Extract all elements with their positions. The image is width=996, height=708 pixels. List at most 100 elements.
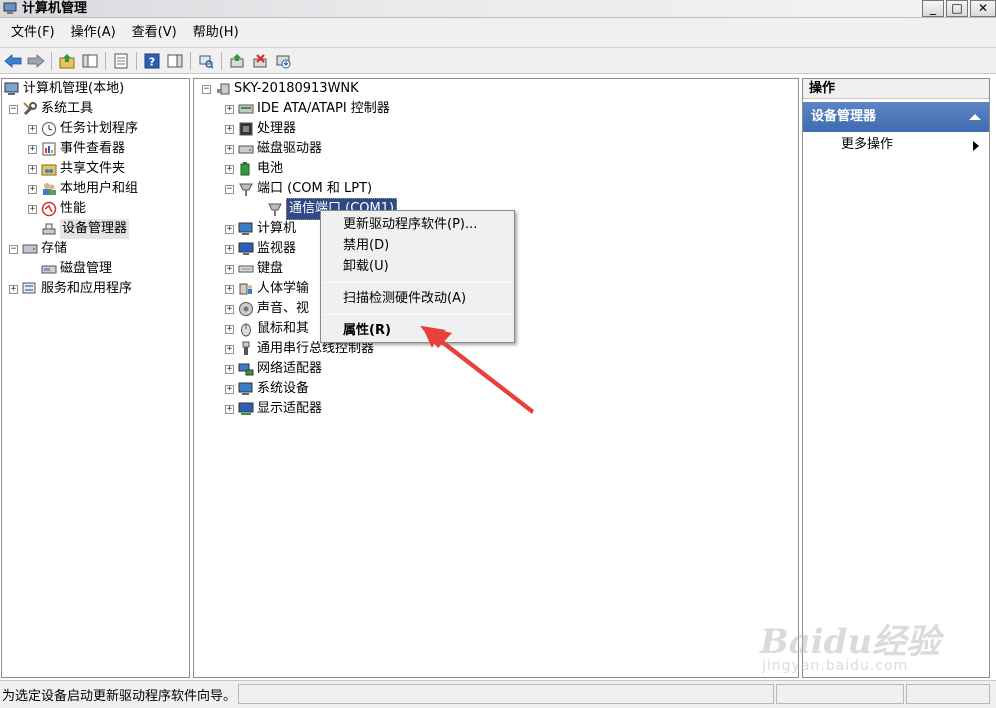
tree-item-computer-management[interactable]: 计算机管理(本地) [2, 79, 189, 99]
actions-section-device-manager[interactable]: 设备管理器 [803, 102, 989, 132]
device-category[interactable]: + 处理器 [194, 119, 798, 139]
mouse-icon [238, 321, 254, 337]
expand-toggle[interactable]: + [225, 344, 234, 354]
collapse-triangle-icon[interactable] [969, 114, 981, 120]
menu-item-properties[interactable]: 属性(R) [321, 320, 514, 341]
port-icon [267, 201, 283, 217]
up-folder-icon[interactable] [57, 51, 77, 71]
menu-item-scan-hardware[interactable]: 扫描检测硬件改动(A) [321, 288, 514, 309]
expand-toggle[interactable]: + [225, 404, 234, 414]
tree-item-device-manager[interactable]: 设备管理器 [2, 219, 189, 239]
device-category[interactable]: + 系统设备 [194, 379, 798, 399]
collapse-toggle[interactable]: − [225, 184, 234, 194]
export-list-icon[interactable] [111, 51, 131, 71]
disk-management-icon [41, 261, 57, 277]
tree-item-storage[interactable]: − 存储 [2, 239, 189, 259]
tree-item-computer-root[interactable]: − SKY-20180913WNK [194, 79, 798, 99]
menu-action[interactable]: 操作(A) [63, 18, 124, 48]
menu-file[interactable]: 文件(F) [3, 18, 63, 48]
actions-section-label: 设备管理器 [811, 109, 877, 124]
device-category[interactable]: − 端口 (COM 和 LPT) [194, 179, 798, 199]
expand-toggle[interactable]: + [225, 244, 234, 254]
device-category[interactable]: + 磁盘驱动器 [194, 139, 798, 159]
menu-item-uninstall[interactable]: 卸载(U) [321, 256, 514, 277]
watermark-brand: Baidu经验 [760, 622, 941, 662]
tools-icon [22, 101, 38, 117]
menu-item-disable[interactable]: 禁用(D) [321, 235, 514, 256]
expand-toggle[interactable]: + [225, 124, 234, 134]
shared-folder-icon [41, 161, 57, 177]
more-actions-item[interactable]: 更多操作 [803, 132, 989, 158]
expand-toggle[interactable]: + [28, 184, 37, 194]
menu-help[interactable]: 帮助(H) [185, 18, 247, 48]
computer-name: SKY-20180913WNK [234, 81, 359, 96]
display-adapter-icon [238, 401, 254, 417]
toolbar-separator [105, 51, 106, 70]
computer-icon [215, 81, 231, 97]
device-category[interactable]: + 显示适配器 [194, 399, 798, 419]
expand-toggle[interactable]: + [225, 324, 234, 334]
minimize-button[interactable]: _ [922, 0, 944, 17]
expand-toggle[interactable]: + [28, 164, 37, 174]
device-category[interactable]: + IDE ATA/ATAPI 控制器 [194, 99, 798, 119]
expand-toggle[interactable]: + [225, 304, 234, 314]
device-category-label: 处理器 [257, 121, 297, 136]
back-icon[interactable] [3, 51, 23, 71]
menu-view[interactable]: 查看(V) [124, 18, 185, 48]
expand-toggle[interactable]: + [28, 204, 37, 214]
device-category-label: 电池 [257, 161, 284, 176]
tree-item-shared-folders[interactable]: + 共享文件夹 [2, 159, 189, 179]
clock-icon [41, 121, 57, 137]
expand-toggle[interactable]: + [225, 224, 234, 234]
collapse-toggle[interactable]: − [202, 84, 211, 94]
baidu-watermark: Baidu经验 jingyan.baidu.com [760, 600, 950, 690]
disable-device-icon[interactable] [273, 51, 293, 71]
expand-toggle[interactable]: + [225, 144, 234, 154]
menu-item-update-driver[interactable]: 更新驱动程序软件(P)... [321, 214, 514, 235]
users-icon [41, 181, 57, 197]
expand-toggle[interactable]: + [225, 384, 234, 394]
tree-item-label: 存储 [41, 241, 68, 256]
sound-icon [238, 301, 254, 317]
expand-toggle[interactable]: + [225, 264, 234, 274]
expand-toggle[interactable]: + [225, 104, 234, 114]
toolbar: ? [0, 48, 996, 74]
device-category-label: 鼠标和其 [257, 321, 310, 336]
tree-item-performance[interactable]: + 性能 [2, 199, 189, 219]
storage-icon [22, 241, 38, 257]
maximize-button[interactable]: □ [946, 0, 968, 17]
device-tree-pane: − SKY-20180913WNK + IDE ATA/ATAPI 控制器 + … [193, 78, 799, 678]
expand-toggle[interactable]: + [225, 164, 234, 174]
collapse-toggle[interactable]: − [9, 104, 18, 114]
scan-hardware-icon[interactable] [196, 51, 216, 71]
device-category[interactable]: + 网络适配器 [194, 359, 798, 379]
expand-toggle[interactable]: + [225, 284, 234, 294]
tree-item-services-apps[interactable]: + 服务和应用程序 [2, 279, 189, 299]
device-category[interactable]: + 电池 [194, 159, 798, 179]
device-category-label: 声音、视 [257, 301, 310, 316]
close-button[interactable]: ✕ [970, 0, 996, 17]
tree-item-task-scheduler[interactable]: + 任务计划程序 [2, 119, 189, 139]
menu-separator [324, 282, 511, 283]
tree-item-system-tools[interactable]: − 系统工具 [2, 99, 189, 119]
expand-toggle[interactable]: + [225, 364, 234, 374]
tree-item-local-users-groups[interactable]: + 本地用户和组 [2, 179, 189, 199]
toolbar-separator [51, 51, 52, 70]
processor-icon [238, 121, 254, 137]
show-hide-tree-icon[interactable] [80, 51, 100, 71]
help-icon[interactable]: ? [142, 51, 162, 71]
update-driver-icon[interactable] [227, 51, 247, 71]
collapse-toggle[interactable]: − [9, 244, 18, 254]
system-device-icon [238, 381, 254, 397]
tree-item-event-viewer[interactable]: + 事件查看器 [2, 139, 189, 159]
expand-toggle[interactable]: + [28, 124, 37, 134]
show-hide-action-pane-icon[interactable] [165, 51, 185, 71]
forward-icon[interactable] [26, 51, 46, 71]
ide-controller-icon [238, 101, 254, 117]
uninstall-icon[interactable] [250, 51, 270, 71]
tree-item-disk-management[interactable]: 磁盘管理 [2, 259, 189, 279]
device-category-label: 系统设备 [257, 381, 310, 396]
expand-toggle[interactable]: + [9, 284, 18, 294]
disk-drive-icon [238, 141, 254, 157]
expand-toggle[interactable]: + [28, 144, 37, 154]
